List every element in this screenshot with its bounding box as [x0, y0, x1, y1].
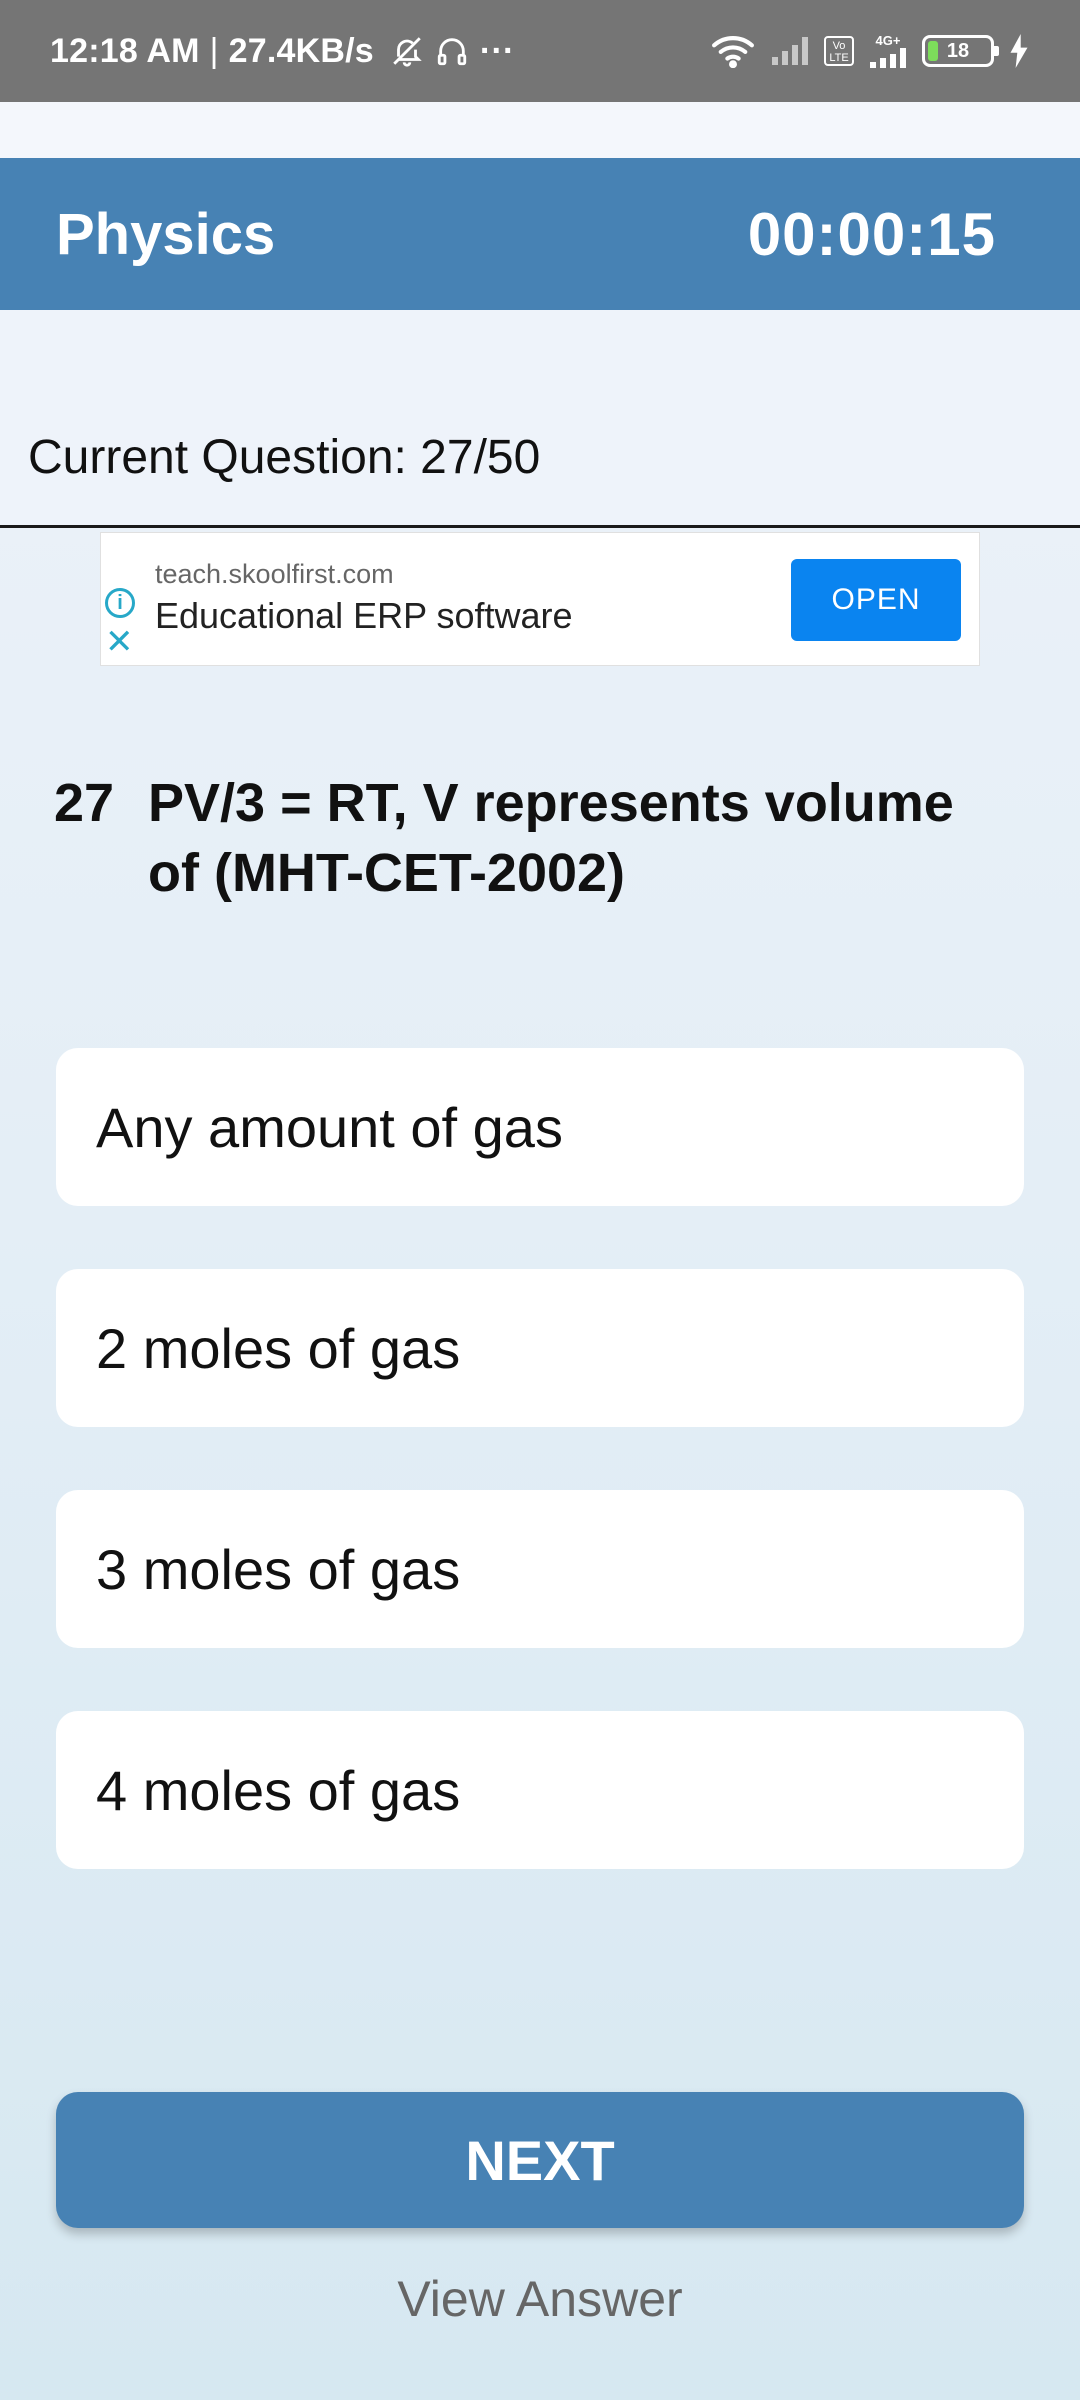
status-right: Vo LTE 4G+ 18: [710, 34, 1030, 68]
top-strip: [0, 102, 1080, 158]
option-4[interactable]: 4 moles of gas: [56, 1711, 1024, 1869]
wifi-icon: [712, 36, 754, 68]
status-bar: 12:18 AM | 27.4KB/s ··· Vo LTE 4G+ 18: [0, 0, 1080, 102]
more-indicator: ···: [479, 31, 515, 70]
headphones-icon: [437, 38, 467, 66]
battery-icon: 18: [922, 35, 999, 67]
question-text: PV/3 = RT, V represents volume of (MHT-C…: [148, 773, 954, 903]
option-1[interactable]: Any amount of gas: [56, 1048, 1024, 1206]
ad-close-icon[interactable]: ✕: [105, 625, 134, 659]
mobile-data-indicator: 4G+: [868, 34, 908, 68]
option-label: 2 moles of gas: [96, 1316, 461, 1380]
quiz-timer: 00:00:15: [747, 200, 996, 268]
subject-title: Physics: [56, 201, 276, 267]
signal-strength-icon: [870, 48, 906, 68]
next-button[interactable]: NEXT: [56, 2092, 1024, 2228]
app-bar: Physics 00:00:15: [0, 158, 1080, 310]
battery-level-fill: [928, 41, 938, 61]
view-answer-link[interactable]: View Answer: [0, 2270, 1080, 2328]
option-label: 3 moles of gas: [96, 1537, 461, 1601]
volte-badge: Vo LTE: [824, 36, 854, 66]
option-3[interactable]: 3 moles of gas: [56, 1490, 1024, 1648]
ad-title: Educational ERP software: [155, 595, 573, 636]
status-network-speed: 27.4KB/s: [228, 31, 374, 70]
ad-domain: teach.skoolfirst.com: [155, 559, 394, 589]
ad-open-button[interactable]: OPEN: [791, 559, 961, 641]
signal-icon: [772, 37, 808, 65]
question: 27 PV/3 = RT, V represents volume of (MH…: [54, 768, 1014, 908]
ad-banner[interactable]: i ✕ teach.skoolfirst.com Educational ERP…: [100, 532, 980, 666]
charging-icon: [1010, 34, 1028, 68]
network-type-label: 4G+: [875, 33, 901, 48]
question-number: 27: [54, 773, 115, 833]
current-question-label: Current Question: 27/50: [28, 431, 541, 484]
question-progress-bar: Current Question: 27/50: [0, 310, 1080, 528]
status-icons-left: ···: [390, 32, 515, 71]
mute-bell-icon: [393, 37, 422, 67]
status-separator: |: [209, 31, 219, 70]
option-2[interactable]: 2 moles of gas: [56, 1269, 1024, 1427]
option-label: Any amount of gas: [96, 1095, 563, 1159]
status-time: 12:18 AM: [50, 31, 200, 70]
status-left: 12:18 AM | 27.4KB/s ···: [50, 32, 515, 71]
option-label: 4 moles of gas: [96, 1758, 461, 1822]
battery-level: 18: [946, 39, 970, 62]
battery-tip: [994, 46, 999, 56]
ad-info-icon[interactable]: i: [105, 588, 135, 618]
